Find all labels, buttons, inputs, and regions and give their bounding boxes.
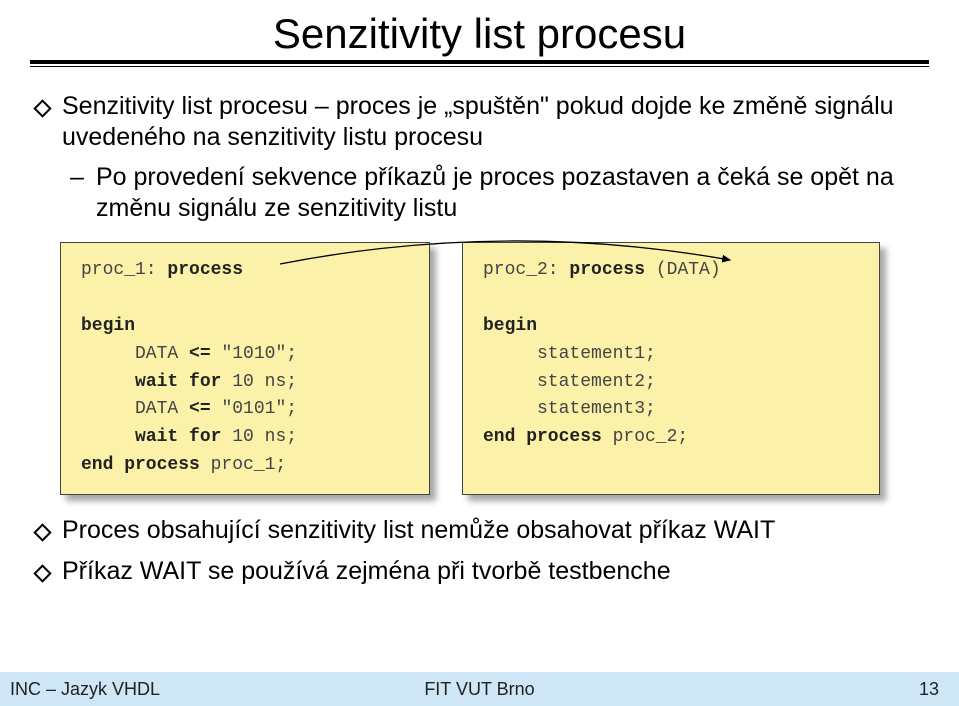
footer-page-number: 13 [919,679,939,700]
bullet-1-text: Senzitivity list procesu – proces je „sp… [62,92,894,151]
code-box-left: proc_1: process begin DATA <= "1010"; wa… [60,242,430,495]
divider-thin [30,66,929,67]
footer-left: INC – Jazyk VHDL [10,679,160,700]
sub-bullet-1: Po provedení sekvence příkazů je proces … [70,162,929,225]
slide-title: Senzitivity list procesu [30,10,929,58]
slide-footer: INC – Jazyk VHDL FIT VUT Brno 13 [0,672,959,706]
bullet-1: Senzitivity list procesu – proces je „sp… [36,91,929,224]
code-boxes-row: proc_1: process begin DATA <= "1010"; wa… [60,242,929,495]
bullet-3: Příkaz WAIT se používá zejména při tvorb… [36,556,929,587]
bullet-2: Proces obsahující senzitivity list nemůž… [36,515,929,546]
code-box-right: proc_2: process (DATA) begin statement1;… [462,242,880,495]
divider-thick [30,60,929,64]
